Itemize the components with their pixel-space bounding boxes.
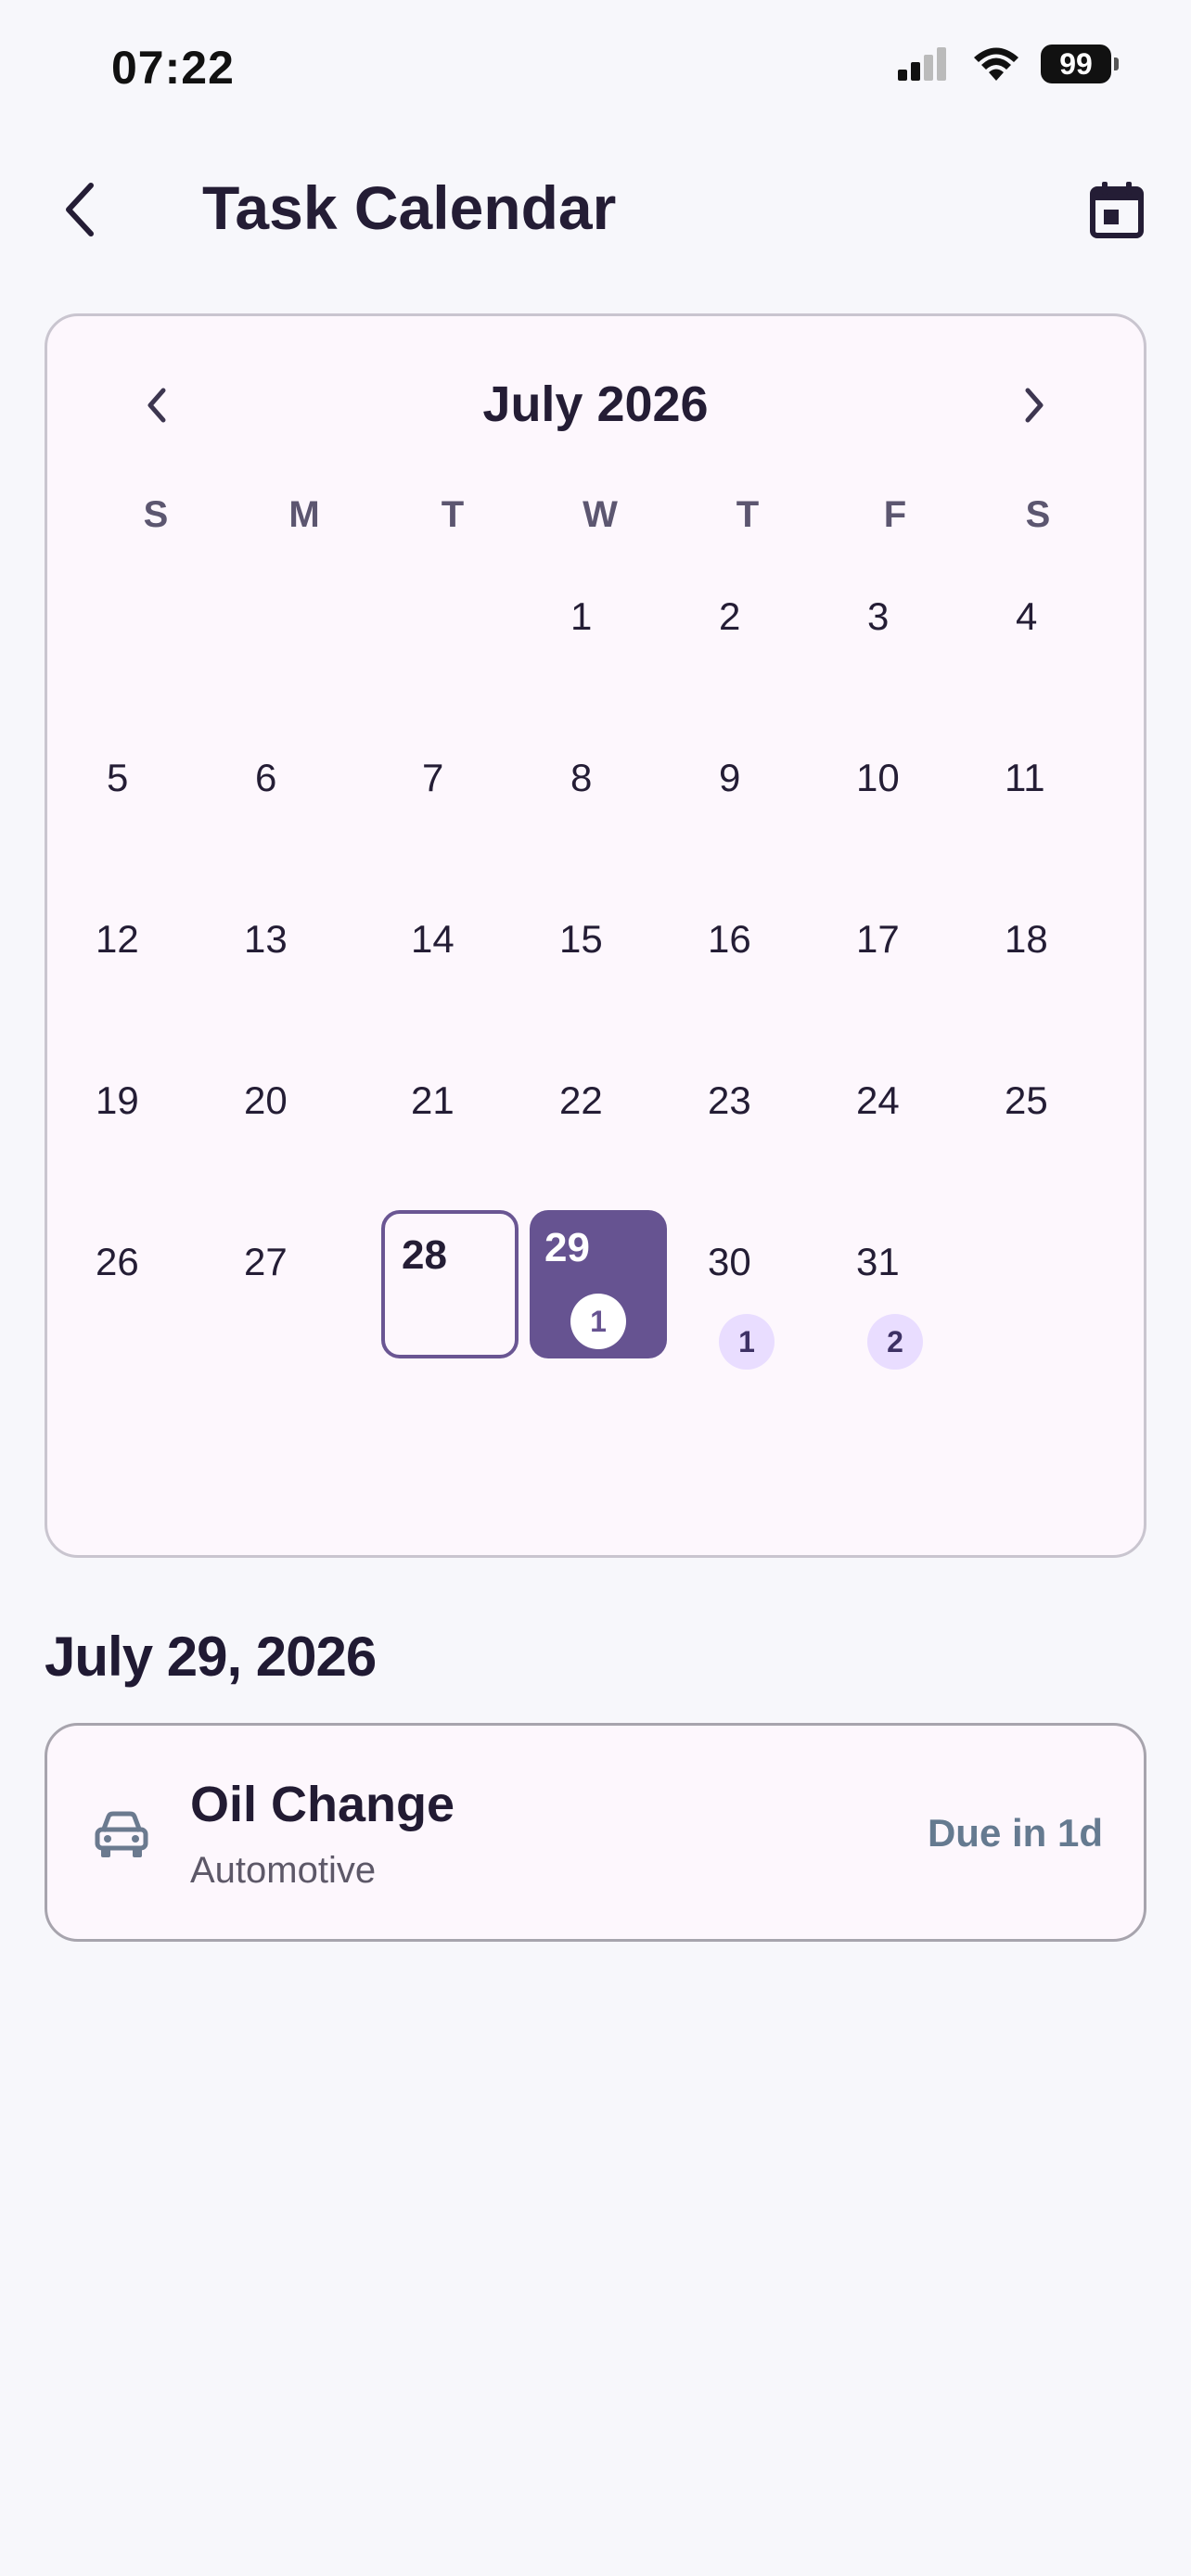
calendar-day-31[interactable]: 31 2	[826, 1231, 964, 1379]
calendar-day-5[interactable]: 5	[66, 746, 203, 895]
day-number: 9	[719, 756, 741, 799]
calendar-day-29[interactable]: 29 1	[530, 1210, 667, 1358]
page-title: Task Calendar	[202, 173, 617, 242]
day-number: 2	[719, 594, 741, 638]
calendar-day-24[interactable]: 24	[826, 1069, 964, 1218]
back-button[interactable]	[45, 174, 115, 245]
day-number: 15	[559, 917, 603, 961]
day-number: 17	[856, 917, 900, 961]
day-number: 29	[544, 1225, 590, 1270]
task-count-badge: 1	[719, 1314, 775, 1370]
day-number: 1	[570, 594, 593, 638]
day-number: 8	[570, 756, 593, 799]
day-number: 23	[708, 1078, 751, 1122]
task-count-badge: 1	[570, 1294, 626, 1349]
day-number: 18	[1005, 917, 1048, 961]
signal-icon	[898, 47, 946, 81]
task-card[interactable]: Oil Change Automotive Due in 1d	[45, 1723, 1146, 1942]
calendar-day-8[interactable]: 8	[530, 746, 667, 895]
day-number: 5	[107, 756, 129, 799]
battery-indicator: 99	[1041, 45, 1119, 83]
calendar-day-20[interactable]: 20	[214, 1069, 352, 1218]
day-number: 13	[244, 917, 288, 961]
calendar-day-15[interactable]: 15	[530, 908, 667, 1056]
calendar-day-2[interactable]: 2	[678, 585, 815, 733]
day-number: 30	[708, 1240, 751, 1283]
calendar-day-10[interactable]: 10	[826, 746, 964, 895]
car-icon	[95, 1811, 148, 1857]
day-number: 10	[856, 756, 900, 799]
task-count-badge: 2	[867, 1314, 923, 1370]
calendar-day-19[interactable]: 19	[66, 1069, 203, 1218]
day-number: 24	[856, 1078, 900, 1122]
calendar-day-23[interactable]: 23	[678, 1069, 815, 1218]
day-number: 22	[559, 1078, 603, 1122]
calendar-day-11[interactable]: 11	[975, 746, 1112, 895]
calendar-day-12[interactable]: 12	[66, 908, 203, 1056]
calendar-day-18[interactable]: 18	[975, 908, 1112, 1056]
wifi-icon	[974, 47, 1018, 81]
calendar-day-13[interactable]: 13	[214, 908, 352, 1056]
calendar-day-6[interactable]: 6	[214, 746, 352, 895]
day-number: 26	[96, 1240, 139, 1283]
calendar-day-30[interactable]: 30 1	[678, 1231, 815, 1379]
calendar-day-4[interactable]: 4	[975, 585, 1112, 733]
day-number: 21	[411, 1078, 455, 1122]
selected-date-heading: July 29, 2026	[45, 1626, 377, 1688]
day-number: 16	[708, 917, 751, 961]
calendar-day-1[interactable]: 1	[530, 585, 667, 733]
day-number: 14	[411, 917, 455, 961]
calendar-day-17[interactable]: 17	[826, 908, 964, 1056]
day-number: 27	[244, 1240, 288, 1283]
task-category: Automotive	[190, 1850, 377, 1891]
status-time: 07:22	[111, 42, 235, 94]
calendar-card: July 2026 SMTWTFS 1 2 3 4 5 6 7 8 9 10 11 12 13 14 15 1…	[45, 313, 1146, 1558]
status-bar: 07:22 99	[0, 0, 1191, 139]
day-number: 25	[1005, 1078, 1048, 1122]
status-icons: 99	[896, 45, 1119, 83]
calendar-day-21[interactable]: 21	[381, 1069, 519, 1218]
day-number: 7	[422, 756, 444, 799]
calendar-day-26[interactable]: 26	[66, 1231, 203, 1379]
calendar-button[interactable]	[1080, 172, 1154, 247]
calendar-day-9[interactable]: 9	[678, 746, 815, 895]
calendar-grid: 1 2 3 4 5 6 7 8 9 10 11 12 13 14 15 16 17 18 19 20 21 22 23 24 2…	[47, 316, 1144, 1555]
day-number: 20	[244, 1078, 288, 1122]
calendar-day-7[interactable]: 7	[381, 746, 519, 895]
day-number: 6	[255, 756, 277, 799]
app-bar: Task Calendar	[0, 139, 1191, 278]
day-number: 28	[402, 1232, 447, 1278]
day-number: 3	[867, 594, 890, 638]
calendar-day-25[interactable]: 25	[975, 1069, 1112, 1218]
calendar-day-3[interactable]: 3	[826, 585, 964, 733]
task-due-label: Due in 1d	[927, 1811, 1103, 1855]
calendar-day-22[interactable]: 22	[530, 1069, 667, 1218]
calendar-day-27[interactable]: 27	[214, 1231, 352, 1379]
calendar-day-16[interactable]: 16	[678, 908, 815, 1056]
day-number: 4	[1016, 594, 1038, 638]
day-number: 31	[856, 1240, 900, 1283]
calendar-day-14[interactable]: 14	[381, 908, 519, 1056]
task-title: Oil Change	[190, 1777, 455, 1832]
day-number: 19	[96, 1078, 139, 1122]
chevron-left-icon	[66, 183, 94, 236]
day-number: 12	[96, 917, 139, 961]
day-number: 11	[1005, 756, 1045, 799]
calendar-icon	[1090, 182, 1144, 238]
calendar-day-28[interactable]: 28	[381, 1210, 519, 1358]
